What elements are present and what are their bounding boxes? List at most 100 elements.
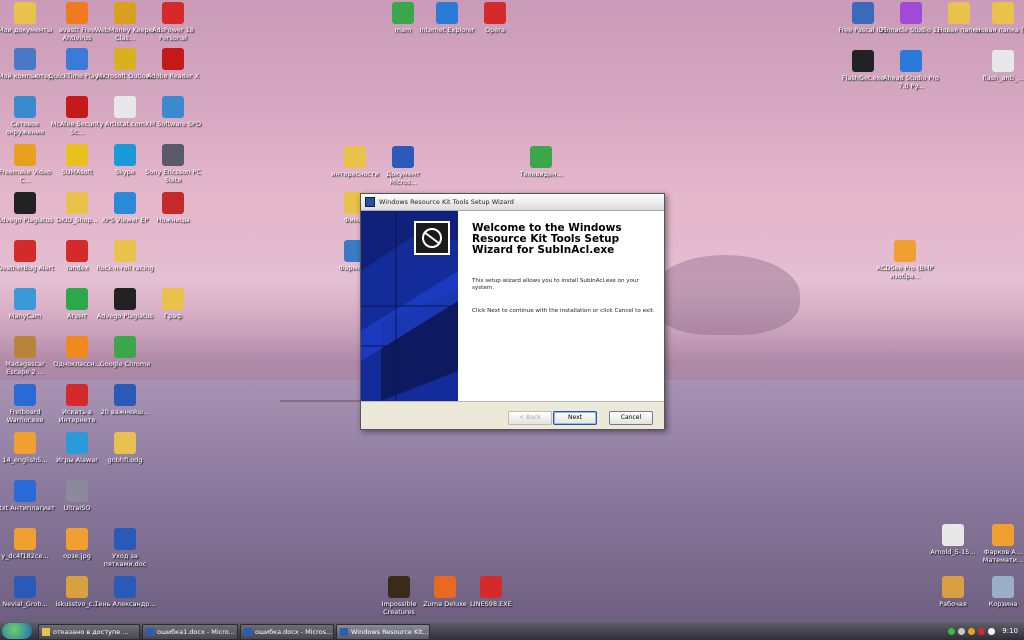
ahead-icon: [900, 50, 922, 72]
weatherbug-icon: [14, 240, 36, 262]
recycle-bin-icon: [992, 576, 1014, 598]
desktop-icon-label: ACDSee Pro (BMP изобра...: [876, 264, 934, 280]
setup-logo-icon: [414, 221, 450, 255]
clock[interactable]: 9:10: [1002, 627, 1018, 635]
word-icon: [244, 628, 252, 636]
freemake-icon: [14, 144, 36, 166]
game-icon: [388, 576, 410, 598]
desktop-icon-label: Тень Александр...: [94, 600, 156, 608]
desktop-icon[interactable]: Ahead Studio Pro 7.0 Py...: [880, 50, 942, 90]
desktop-icon[interactable]: UltraISO: [46, 480, 108, 512]
pinnacle-icon: [900, 2, 922, 24]
adobe-reader-icon: [162, 48, 184, 70]
folder-icon: [162, 288, 184, 310]
desktop-icon[interactable]: gnbhfl.odg: [94, 432, 156, 464]
mcafee-icon: [66, 96, 88, 118]
advego-icon: [114, 288, 136, 310]
drawing-file-icon: [114, 432, 136, 454]
pdf-document-icon: [992, 50, 1014, 72]
desktop-icon-label: Opera: [485, 26, 505, 34]
folder-icon: [948, 2, 970, 24]
chrome-icon: [114, 336, 136, 358]
word-document-icon: [114, 528, 136, 550]
pascal-icon: [852, 2, 874, 24]
xps-viewer-icon: [114, 192, 136, 214]
desktop-icon-label: Телевиден...: [519, 170, 563, 178]
desktop-icon[interactable]: Граф: [142, 288, 204, 320]
word-document-icon: [14, 576, 36, 598]
archive-icon: [942, 576, 964, 598]
desktop-icon[interactable]: ACDSee Pro (BMP изобра...: [874, 240, 936, 280]
quicktime-icon: [66, 48, 88, 70]
sumasoft-icon: [66, 144, 88, 166]
desktop-icon[interactable]: Opera: [464, 2, 526, 34]
next-button[interactable]: Next: [553, 411, 597, 425]
desktop-icon[interactable]: Уход за пятками.doc: [94, 528, 156, 568]
taskbar-item-label: отказано в доступе ...: [53, 628, 129, 636]
desktop-icon[interactable]: XM Software SPD: [142, 96, 204, 128]
advego-icon: [14, 192, 36, 214]
folder-icon: [992, 2, 1014, 24]
taskbar-item[interactable]: ошибка1.docx - Micro...: [142, 624, 238, 640]
desktop-icon[interactable]: AdsPower 18 Personal: [142, 2, 204, 42]
wizard-button-bar: < Back Next Cancel: [361, 401, 664, 430]
folder-icon: [344, 146, 366, 168]
desktop-icon-label: Google Chrome: [99, 360, 151, 368]
taskbar-item-label: ошибка.docx - Micros...: [255, 628, 333, 636]
desktop-icon[interactable]: Фарков А... Математи...: [972, 524, 1024, 564]
opera-icon: [484, 2, 506, 24]
setup-wizard-window[interactable]: Windows Resource Kit Tools Setup Wizard …: [360, 193, 665, 430]
media-file-icon: [14, 432, 36, 454]
desktop-icon[interactable]: Adobe Reader X: [142, 48, 204, 80]
window-titlebar[interactable]: Windows Resource Kit Tools Setup Wizard: [361, 194, 664, 211]
skype-icon: [114, 144, 136, 166]
desktop-icon[interactable]: Корзина: [972, 576, 1024, 608]
wizard-content: Welcome to the Windows Resource Kit Tool…: [472, 223, 657, 315]
desktop-icon-label: flash_anti_...: [982, 74, 1024, 82]
wizard-banner: [361, 211, 458, 401]
flashget-icon: [852, 50, 874, 72]
volume-icon[interactable]: [988, 627, 996, 635]
back-button[interactable]: < Back: [508, 411, 552, 425]
tray-app-icon[interactable]: [948, 627, 956, 635]
globe-icon: [162, 96, 184, 118]
sony-ericsson-icon: [162, 144, 184, 166]
madagascar-icon: [14, 336, 36, 358]
setup-icon: [340, 628, 348, 636]
taskbar-item[interactable]: Windows Resource Kit...: [336, 624, 430, 640]
media-file-icon: [14, 528, 36, 550]
tray-app-icon[interactable]: [958, 627, 966, 635]
window-title: Windows Resource Kit Tools Setup Wizard: [379, 198, 514, 206]
tray-app-icon[interactable]: [978, 627, 986, 635]
desktop-icon[interactable]: Ножницы: [142, 192, 204, 224]
start-button[interactable]: [2, 623, 32, 639]
tray-app-icon[interactable]: [968, 627, 976, 635]
desktop-icon-label: Граф: [164, 312, 182, 320]
desktop-icon[interactable]: Документ Micros...: [372, 146, 434, 186]
computer-icon: [14, 48, 36, 70]
desktop-icon[interactable]: Новая папка (2): [972, 2, 1024, 34]
chrome-icon: [392, 2, 414, 24]
system-tray: 9:10: [940, 624, 1022, 638]
desktop-icon-label: Sony Ericsson PC Suite: [145, 168, 201, 184]
desktop-icon[interactable]: Google Chrome: [94, 336, 156, 368]
documents-folder-icon: [14, 2, 36, 24]
outlook-icon: [114, 48, 136, 70]
desktop-icon[interactable]: Sony Ericsson PC Suite: [142, 144, 204, 184]
desktop-icon[interactable]: Телевиден...: [510, 146, 572, 178]
taskbar-item[interactable]: ошибка.docx - Micros...: [240, 624, 334, 640]
desktop-icon[interactable]: flash_anti_...: [972, 50, 1024, 82]
archive-icon: [66, 576, 88, 598]
manycam-icon: [14, 288, 36, 310]
zuma-icon: [434, 576, 456, 598]
desktop-icon[interactable]: Rock-n-roll racing: [94, 240, 156, 272]
image-file-icon: [66, 528, 88, 550]
desktop-icon[interactable]: LINES98.EXE: [460, 576, 522, 608]
media-file-icon: [992, 524, 1014, 546]
cancel-button[interactable]: Cancel: [609, 411, 653, 425]
desktop-icon-label: XM Software SPD: [145, 120, 201, 128]
window-app-icon: [365, 197, 375, 207]
taskbar-item[interactable]: отказано в доступе ...: [38, 624, 140, 640]
desktop-icon[interactable]: 20 важнейш...: [94, 384, 156, 416]
desktop-icon[interactable]: Тень Александр...: [94, 576, 156, 608]
